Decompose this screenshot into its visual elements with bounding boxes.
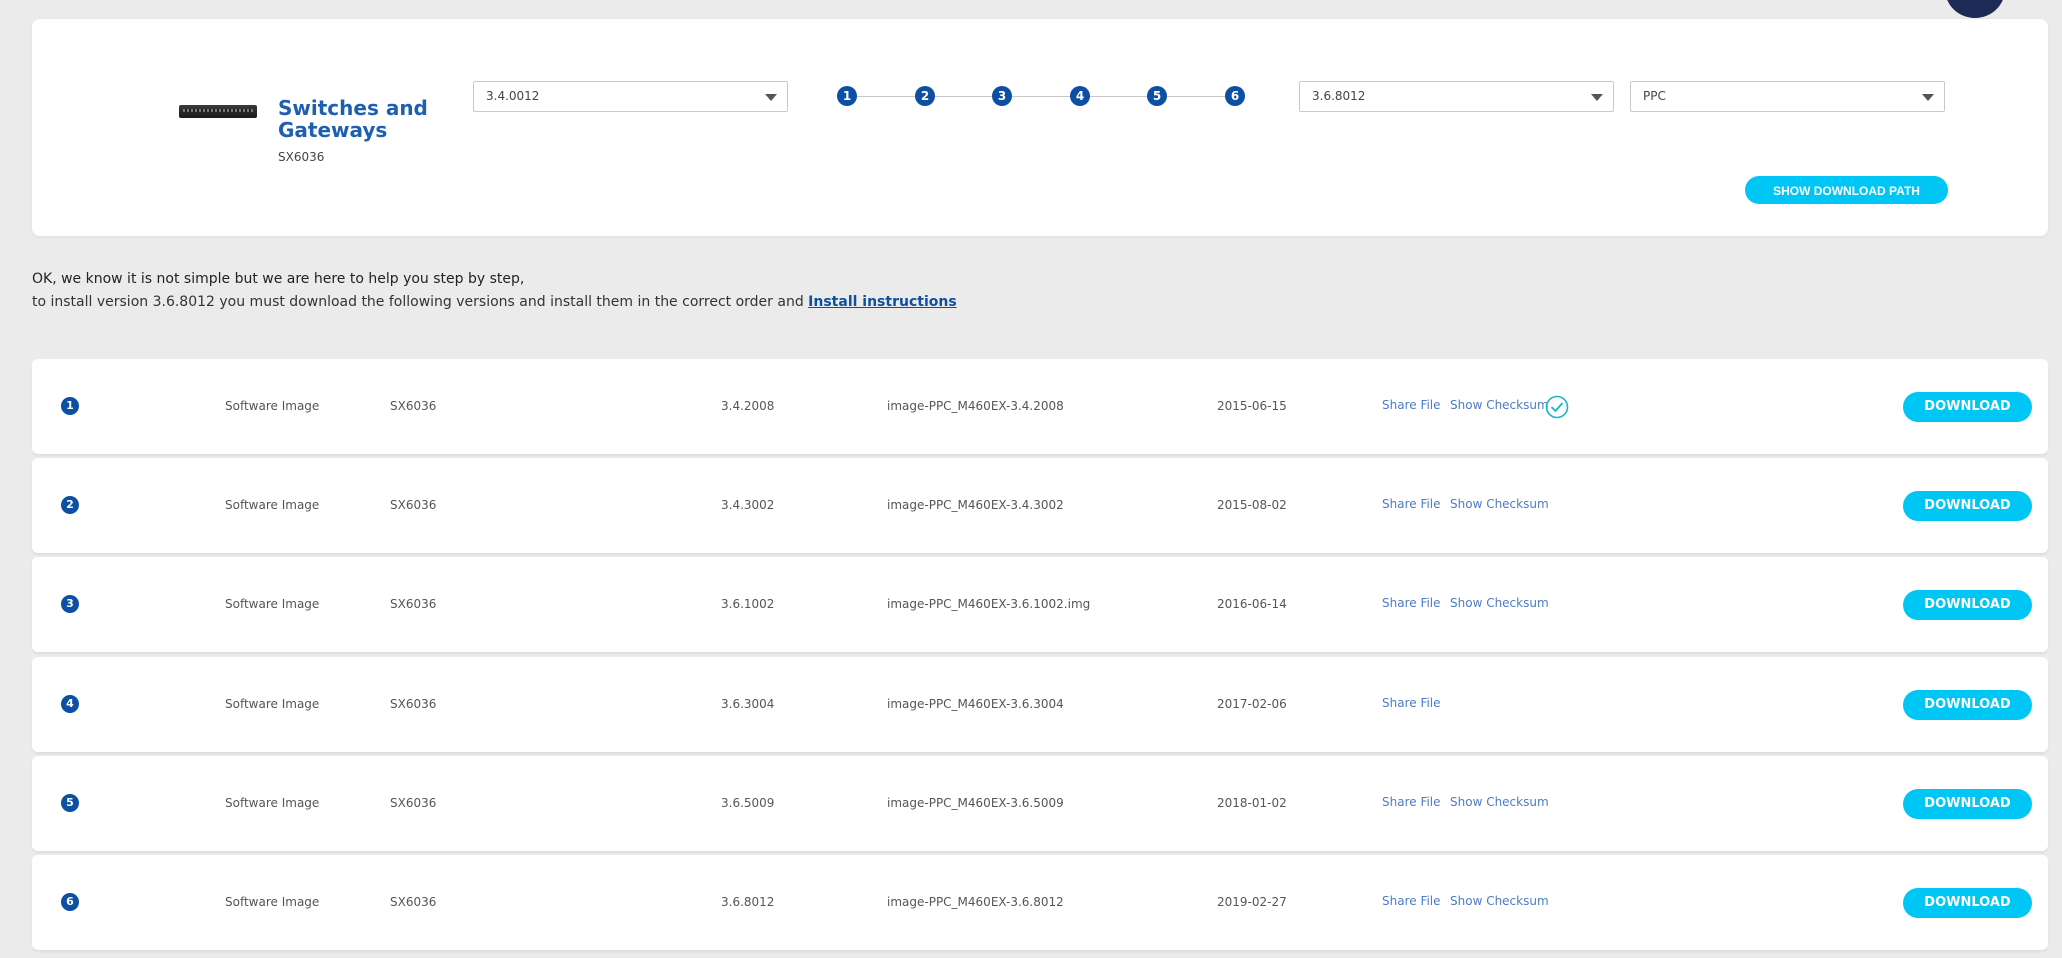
upgrade-stepper: 1 2 3 4 5 6 bbox=[837, 86, 1245, 108]
product-card: Switches and Gateways SX6036 3.4.0012 1 2… bbox=[32, 19, 2048, 236]
row-file-type: Software Image bbox=[225, 597, 320, 611]
step-dot-6[interactable]: 6 bbox=[1225, 86, 1245, 106]
row-date: 2017-02-06 bbox=[1217, 697, 1287, 711]
step-dot-5[interactable]: 5 bbox=[1147, 86, 1167, 106]
row-date: 2015-08-02 bbox=[1217, 498, 1287, 512]
row-step-number: 5 bbox=[61, 794, 79, 812]
row-version: 3.6.5009 bbox=[721, 796, 775, 810]
row-model: SX6036 bbox=[390, 697, 437, 711]
intro-heading: OK, we know it is not simple but we are … bbox=[32, 271, 525, 287]
download-row: 3 Software Image SX6036 3.6.1002 image-PPC_M… bbox=[32, 557, 2048, 652]
to-version-value: 3.6.8012 bbox=[1312, 89, 1366, 103]
row-file-name: image-PPC_M460EX-3.4.2008 bbox=[887, 399, 1064, 413]
brand-logo[interactable] bbox=[1945, 0, 2005, 18]
row-file-name: image-PPC_M460EX-3.4.3002 bbox=[887, 498, 1064, 512]
download-row: 1 Software Image SX6036 3.4.2008 image-PPC_M… bbox=[32, 359, 2048, 454]
step-dot-4[interactable]: 4 bbox=[1070, 86, 1090, 106]
download-row: 4 Software Image SX6036 3.6.3004 image-PPC_M… bbox=[32, 657, 2048, 752]
chevron-down-icon bbox=[765, 94, 777, 101]
share-file-link[interactable]: Share File bbox=[1382, 458, 1441, 551]
from-version-select[interactable]: 3.4.0012 bbox=[473, 81, 788, 112]
step-dot-3[interactable]: 3 bbox=[992, 86, 1012, 106]
row-step-number: 3 bbox=[61, 595, 79, 613]
product-model: SX6036 bbox=[278, 150, 325, 164]
chevron-down-icon bbox=[1922, 94, 1934, 101]
download-row: 2 Software Image SX6036 3.4.3002 image-PPC_M… bbox=[32, 458, 2048, 553]
install-instructions-link[interactable]: Install instructions bbox=[808, 294, 957, 310]
row-model: SX6036 bbox=[390, 895, 437, 909]
share-file-link[interactable]: Share File bbox=[1382, 359, 1441, 452]
row-date: 2019-02-27 bbox=[1217, 895, 1287, 909]
show-download-path-button[interactable]: SHOW DOWNLOAD PATH bbox=[1745, 176, 1948, 204]
row-file-type: Software Image bbox=[225, 697, 320, 711]
row-file-name: image-PPC_M460EX-3.6.1002.img bbox=[887, 597, 1091, 611]
check-circle-icon bbox=[1545, 395, 1569, 419]
download-button[interactable]: DOWNLOAD bbox=[1903, 491, 2032, 521]
download-button[interactable]: DOWNLOAD bbox=[1903, 888, 2032, 918]
stepper-line bbox=[847, 96, 1229, 97]
download-button[interactable]: DOWNLOAD bbox=[1903, 392, 2032, 422]
share-file-link[interactable]: Share File bbox=[1382, 657, 1441, 750]
download-row: 5 Software Image SX6036 3.6.5009 image-PPC_M… bbox=[32, 756, 2048, 851]
row-model: SX6036 bbox=[390, 796, 437, 810]
row-file-type: Software Image bbox=[225, 399, 320, 413]
download-button[interactable]: DOWNLOAD bbox=[1903, 789, 2032, 819]
share-file-link[interactable]: Share File bbox=[1382, 756, 1441, 849]
share-file-link[interactable]: Share File bbox=[1382, 855, 1441, 948]
row-model: SX6036 bbox=[390, 399, 437, 413]
row-step-number: 6 bbox=[61, 893, 79, 911]
row-step-number: 4 bbox=[61, 695, 79, 713]
download-row: 6 Software Image SX6036 3.6.8012 image-PPC_M… bbox=[32, 855, 2048, 950]
row-version: 3.6.3004 bbox=[721, 697, 775, 711]
row-file-name: image-PPC_M460EX-3.6.5009 bbox=[887, 796, 1064, 810]
show-checksum-link[interactable]: Show Checksum bbox=[1450, 855, 1549, 948]
row-version: 3.6.8012 bbox=[721, 895, 775, 909]
show-checksum-link[interactable]: Show Checksum bbox=[1450, 756, 1549, 849]
product-title: Switches and Gateways bbox=[278, 96, 428, 142]
row-step-number: 2 bbox=[61, 496, 79, 514]
row-date: 2016-06-14 bbox=[1217, 597, 1287, 611]
row-file-type: Software Image bbox=[225, 498, 320, 512]
row-date: 2018-01-02 bbox=[1217, 796, 1287, 810]
row-file-type: Software Image bbox=[225, 796, 320, 810]
switch-device-image bbox=[179, 105, 257, 118]
row-version: 3.4.2008 bbox=[721, 399, 775, 413]
from-version-value: 3.4.0012 bbox=[486, 89, 540, 103]
row-file-name: image-PPC_M460EX-3.6.3004 bbox=[887, 697, 1064, 711]
download-button[interactable]: DOWNLOAD bbox=[1903, 690, 2032, 720]
share-file-link[interactable]: Share File bbox=[1382, 557, 1441, 650]
step-dot-1[interactable]: 1 bbox=[837, 86, 857, 106]
row-version: 3.4.3002 bbox=[721, 498, 775, 512]
step-dot-2[interactable]: 2 bbox=[915, 86, 935, 106]
row-file-name: image-PPC_M460EX-3.6.8012 bbox=[887, 895, 1064, 909]
intro-text: to install version 3.6.8012 you must dow… bbox=[32, 294, 957, 310]
to-version-select[interactable]: 3.6.8012 bbox=[1299, 81, 1614, 112]
platform-value: PPC bbox=[1643, 89, 1666, 103]
show-checksum-link[interactable]: Show Checksum bbox=[1450, 557, 1549, 650]
show-checksum-link[interactable]: Show Checksum bbox=[1450, 359, 1549, 452]
row-model: SX6036 bbox=[390, 498, 437, 512]
row-date: 2015-06-15 bbox=[1217, 399, 1287, 413]
row-file-type: Software Image bbox=[225, 895, 320, 909]
row-model: SX6036 bbox=[390, 597, 437, 611]
download-button[interactable]: DOWNLOAD bbox=[1903, 590, 2032, 620]
show-checksum-link[interactable]: Show Checksum bbox=[1450, 458, 1549, 551]
platform-select[interactable]: PPC bbox=[1630, 81, 1945, 112]
row-step-number: 1 bbox=[61, 397, 79, 415]
row-version: 3.6.1002 bbox=[721, 597, 775, 611]
chevron-down-icon bbox=[1591, 94, 1603, 101]
intro-text-prefix: to install version 3.6.8012 you must dow… bbox=[32, 294, 809, 310]
